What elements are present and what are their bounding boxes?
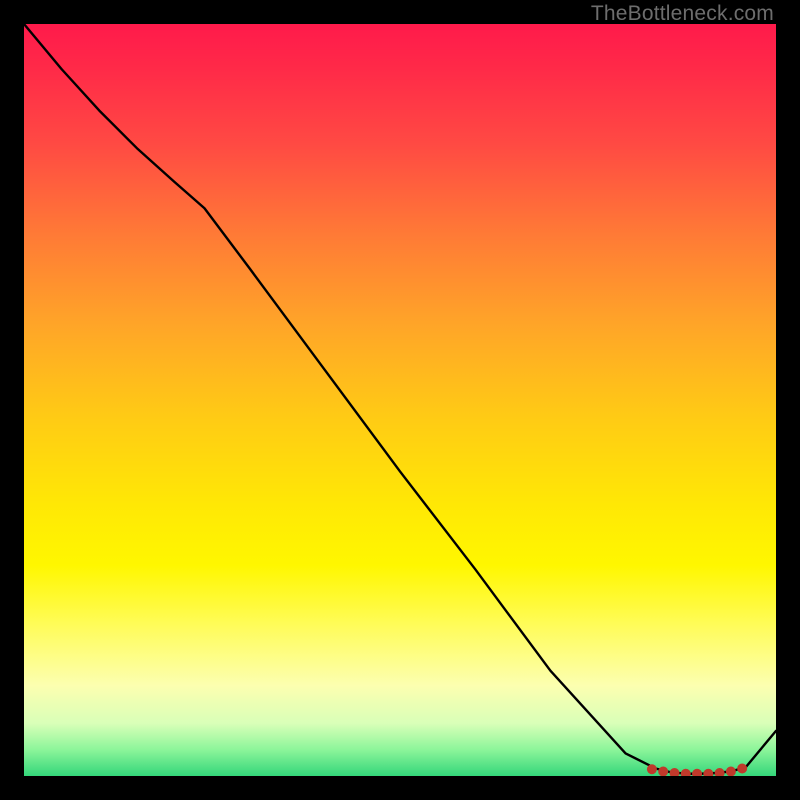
data-marker [692,769,702,776]
curve-line [24,24,776,774]
marker-group [647,763,747,776]
data-marker [669,768,679,776]
data-marker [715,768,725,776]
data-marker [647,764,657,774]
data-marker [737,763,747,773]
data-marker [703,769,713,776]
plot-area [24,24,776,776]
data-marker [681,769,691,776]
watermark-text: TheBottleneck.com [591,2,774,26]
chart-stage: TheBottleneck.com [0,0,800,800]
chart-svg [24,24,776,776]
data-marker [726,766,736,776]
data-marker [658,766,668,776]
